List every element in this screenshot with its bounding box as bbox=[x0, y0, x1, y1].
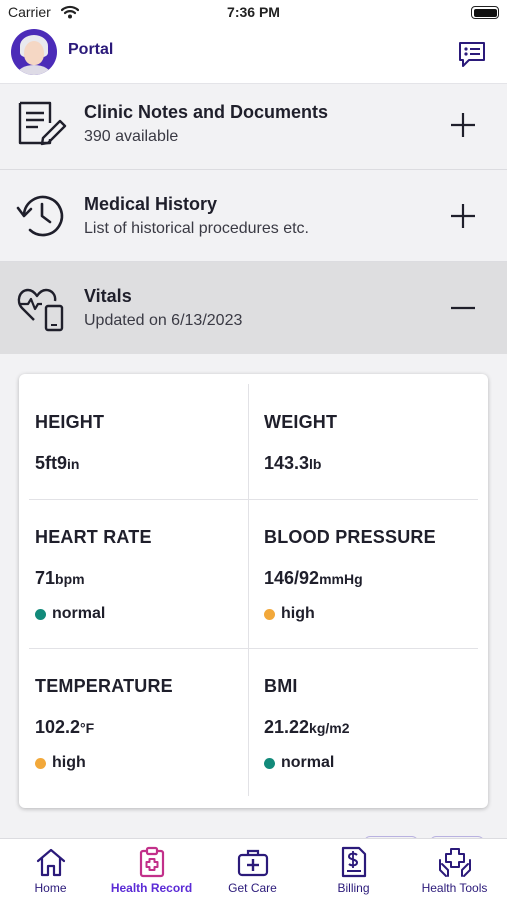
section-title: Clinic Notes and Documents bbox=[84, 102, 329, 122]
history-clock-icon bbox=[16, 195, 64, 237]
hands-plus-icon bbox=[438, 848, 471, 877]
vital-label: BMI bbox=[264, 676, 298, 696]
vital-value: 21.22kg/m2 bbox=[264, 717, 350, 737]
status-badge: normal bbox=[264, 754, 484, 772]
vital-label: HEART RATE bbox=[35, 527, 152, 547]
section-vitals[interactable]: Vitals Updated on 6/13/2023 bbox=[0, 262, 507, 354]
vital-weight: WEIGHT 143.3lb bbox=[264, 412, 484, 474]
section-title: Medical History bbox=[84, 194, 218, 214]
collapse-minus-icon[interactable] bbox=[449, 294, 477, 322]
vital-label: BLOOD PRESSURE bbox=[264, 527, 436, 547]
tab-home[interactable]: Home bbox=[0, 839, 101, 900]
section-medical-history[interactable]: Medical History List of historical proce… bbox=[0, 170, 507, 262]
status-badge: normal bbox=[35, 605, 255, 623]
grid-divider bbox=[29, 499, 478, 500]
vital-value: 146/92mmHg bbox=[264, 568, 363, 588]
vital-label: WEIGHT bbox=[264, 412, 338, 432]
battery-icon bbox=[471, 6, 499, 19]
tab-label: Health Tools bbox=[421, 881, 488, 895]
status-dot bbox=[264, 608, 275, 620]
home-icon bbox=[36, 848, 65, 877]
invoice-dollar-icon bbox=[341, 846, 366, 878]
avatar[interactable] bbox=[11, 29, 57, 75]
status-bar: Carrier 7:36 PM bbox=[0, 0, 507, 26]
section-subtitle: 390 available bbox=[84, 128, 179, 145]
chat-bubble-icon[interactable] bbox=[457, 40, 487, 70]
tab-bar: Home Health Record Get Care Billing Heal… bbox=[0, 838, 507, 900]
vital-value: 102.2°F bbox=[35, 717, 95, 737]
app-header: Portal bbox=[0, 26, 507, 84]
vital-label: HEIGHT bbox=[35, 412, 105, 432]
vitals-card: HEIGHT 5ft9in WEIGHT 143.3lb HEART RATE … bbox=[19, 374, 488, 808]
status-badge: high bbox=[35, 754, 255, 772]
vital-value: 5ft9in bbox=[35, 453, 80, 473]
grid-divider bbox=[29, 648, 478, 649]
tab-health-tools[interactable]: Health Tools bbox=[404, 839, 505, 900]
expand-plus-icon[interactable] bbox=[449, 111, 477, 139]
clock-time: 7:36 PM bbox=[227, 4, 280, 20]
clipboard-medical-icon bbox=[139, 846, 164, 878]
vital-temperature: TEMPERATURE 102.2°F high bbox=[35, 676, 255, 772]
tab-billing[interactable]: Billing bbox=[303, 839, 404, 900]
tab-label: Get Care bbox=[228, 881, 277, 895]
page-title: Portal bbox=[68, 41, 114, 58]
section-subtitle: Updated on 6/13/2023 bbox=[84, 312, 243, 329]
vital-height: HEIGHT 5ft9in bbox=[35, 412, 255, 474]
tab-label: Health Record bbox=[110, 881, 193, 895]
tab-label: Home bbox=[34, 881, 67, 895]
section-clinic-notes[interactable]: Clinic Notes and Documents 390 available bbox=[0, 85, 507, 170]
status-dot bbox=[264, 757, 275, 769]
medical-kit-icon bbox=[237, 849, 268, 877]
status-dot bbox=[35, 757, 46, 769]
tab-get-care[interactable]: Get Care bbox=[202, 839, 303, 900]
status-dot bbox=[35, 608, 46, 620]
heart-device-icon bbox=[17, 288, 64, 332]
vital-value: 143.3lb bbox=[264, 453, 322, 473]
vital-label: TEMPERATURE bbox=[35, 676, 173, 696]
status-badge: high bbox=[264, 605, 484, 623]
expand-plus-icon[interactable] bbox=[449, 202, 477, 230]
section-subtitle: List of historical procedures etc. bbox=[84, 220, 309, 237]
vital-value: 71bpm bbox=[35, 568, 85, 588]
document-edit-icon bbox=[18, 101, 67, 146]
vital-heart-rate: HEART RATE 71bpm normal bbox=[35, 527, 255, 623]
vital-blood-pressure: BLOOD PRESSURE 146/92mmHg high bbox=[264, 527, 484, 623]
section-title: Vitals bbox=[84, 286, 132, 306]
vital-bmi: BMI 21.22kg/m2 normal bbox=[264, 676, 484, 772]
tab-health-record[interactable]: Health Record bbox=[101, 839, 202, 900]
tab-label: Billing bbox=[337, 881, 370, 895]
